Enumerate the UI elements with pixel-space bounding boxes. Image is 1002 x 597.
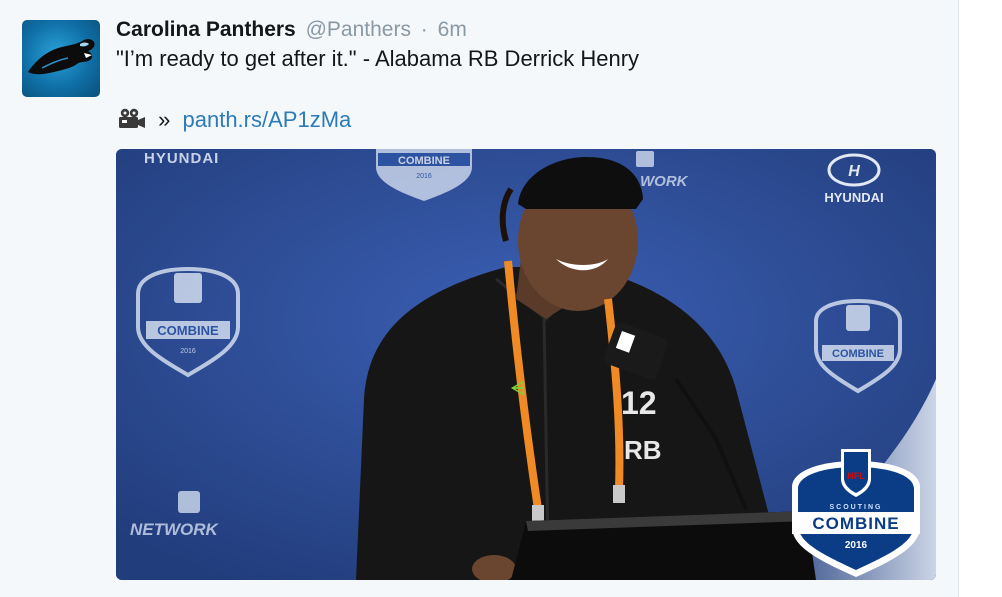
right-sidebar bbox=[959, 0, 1002, 597]
tweet-link-line: » panth.rs/AP1zMa bbox=[116, 105, 351, 135]
svg-text:HYUNDAI: HYUNDAI bbox=[144, 150, 219, 167]
svg-text:12: 12 bbox=[621, 385, 657, 421]
tweet-media-photo[interactable]: HYUNDAI COMBINE 2016 WORK H HYUNDAI COMB… bbox=[116, 149, 936, 580]
tweet-text: "I’m ready to get after it." - Alabama R… bbox=[116, 46, 640, 71]
tweet-header: Carolina Panthers @Panthers · 6m bbox=[116, 16, 467, 44]
tweet-link[interactable]: panth.rs/AP1zMa bbox=[183, 107, 352, 132]
author-name[interactable]: Carolina Panthers bbox=[116, 18, 296, 41]
video-camera-icon bbox=[116, 108, 146, 130]
tweet-timestamp[interactable]: 6m bbox=[438, 18, 467, 41]
svg-text:H: H bbox=[848, 163, 860, 180]
svg-text:HYUNDAI: HYUNDAI bbox=[824, 190, 883, 205]
svg-text:2016: 2016 bbox=[180, 348, 196, 355]
svg-text:NFL: NFL bbox=[847, 471, 865, 481]
separator-dot: · bbox=[420, 18, 428, 41]
svg-text:RB: RB bbox=[624, 435, 662, 465]
author-handle[interactable]: @Panthers bbox=[306, 18, 411, 41]
svg-text:COMBINE: COMBINE bbox=[157, 323, 219, 338]
svg-text:COMBINE: COMBINE bbox=[832, 348, 884, 360]
link-prefix: » bbox=[158, 107, 171, 132]
svg-text:2016: 2016 bbox=[845, 540, 868, 551]
svg-text:COMBINE: COMBINE bbox=[812, 514, 899, 533]
tweet-card[interactable]: Carolina Panthers @Panthers · 6m "I’m re… bbox=[0, 0, 958, 597]
podium bbox=[511, 511, 816, 580]
svg-text:SCOUTING: SCOUTING bbox=[830, 504, 883, 511]
svg-text:WORK: WORK bbox=[640, 173, 689, 190]
svg-text:2016: 2016 bbox=[416, 173, 432, 180]
backdrop-hyundai-logo-left: HYUNDAI bbox=[144, 150, 219, 167]
svg-text:COMBINE: COMBINE bbox=[398, 155, 450, 167]
combine-press-photo: HYUNDAI COMBINE 2016 WORK H HYUNDAI COMB… bbox=[116, 149, 936, 580]
panther-logo-icon bbox=[28, 38, 95, 75]
svg-text:⩤: ⩤ bbox=[510, 378, 525, 398]
avatar[interactable] bbox=[22, 20, 100, 97]
svg-text:NETWORK: NETWORK bbox=[130, 520, 220, 539]
